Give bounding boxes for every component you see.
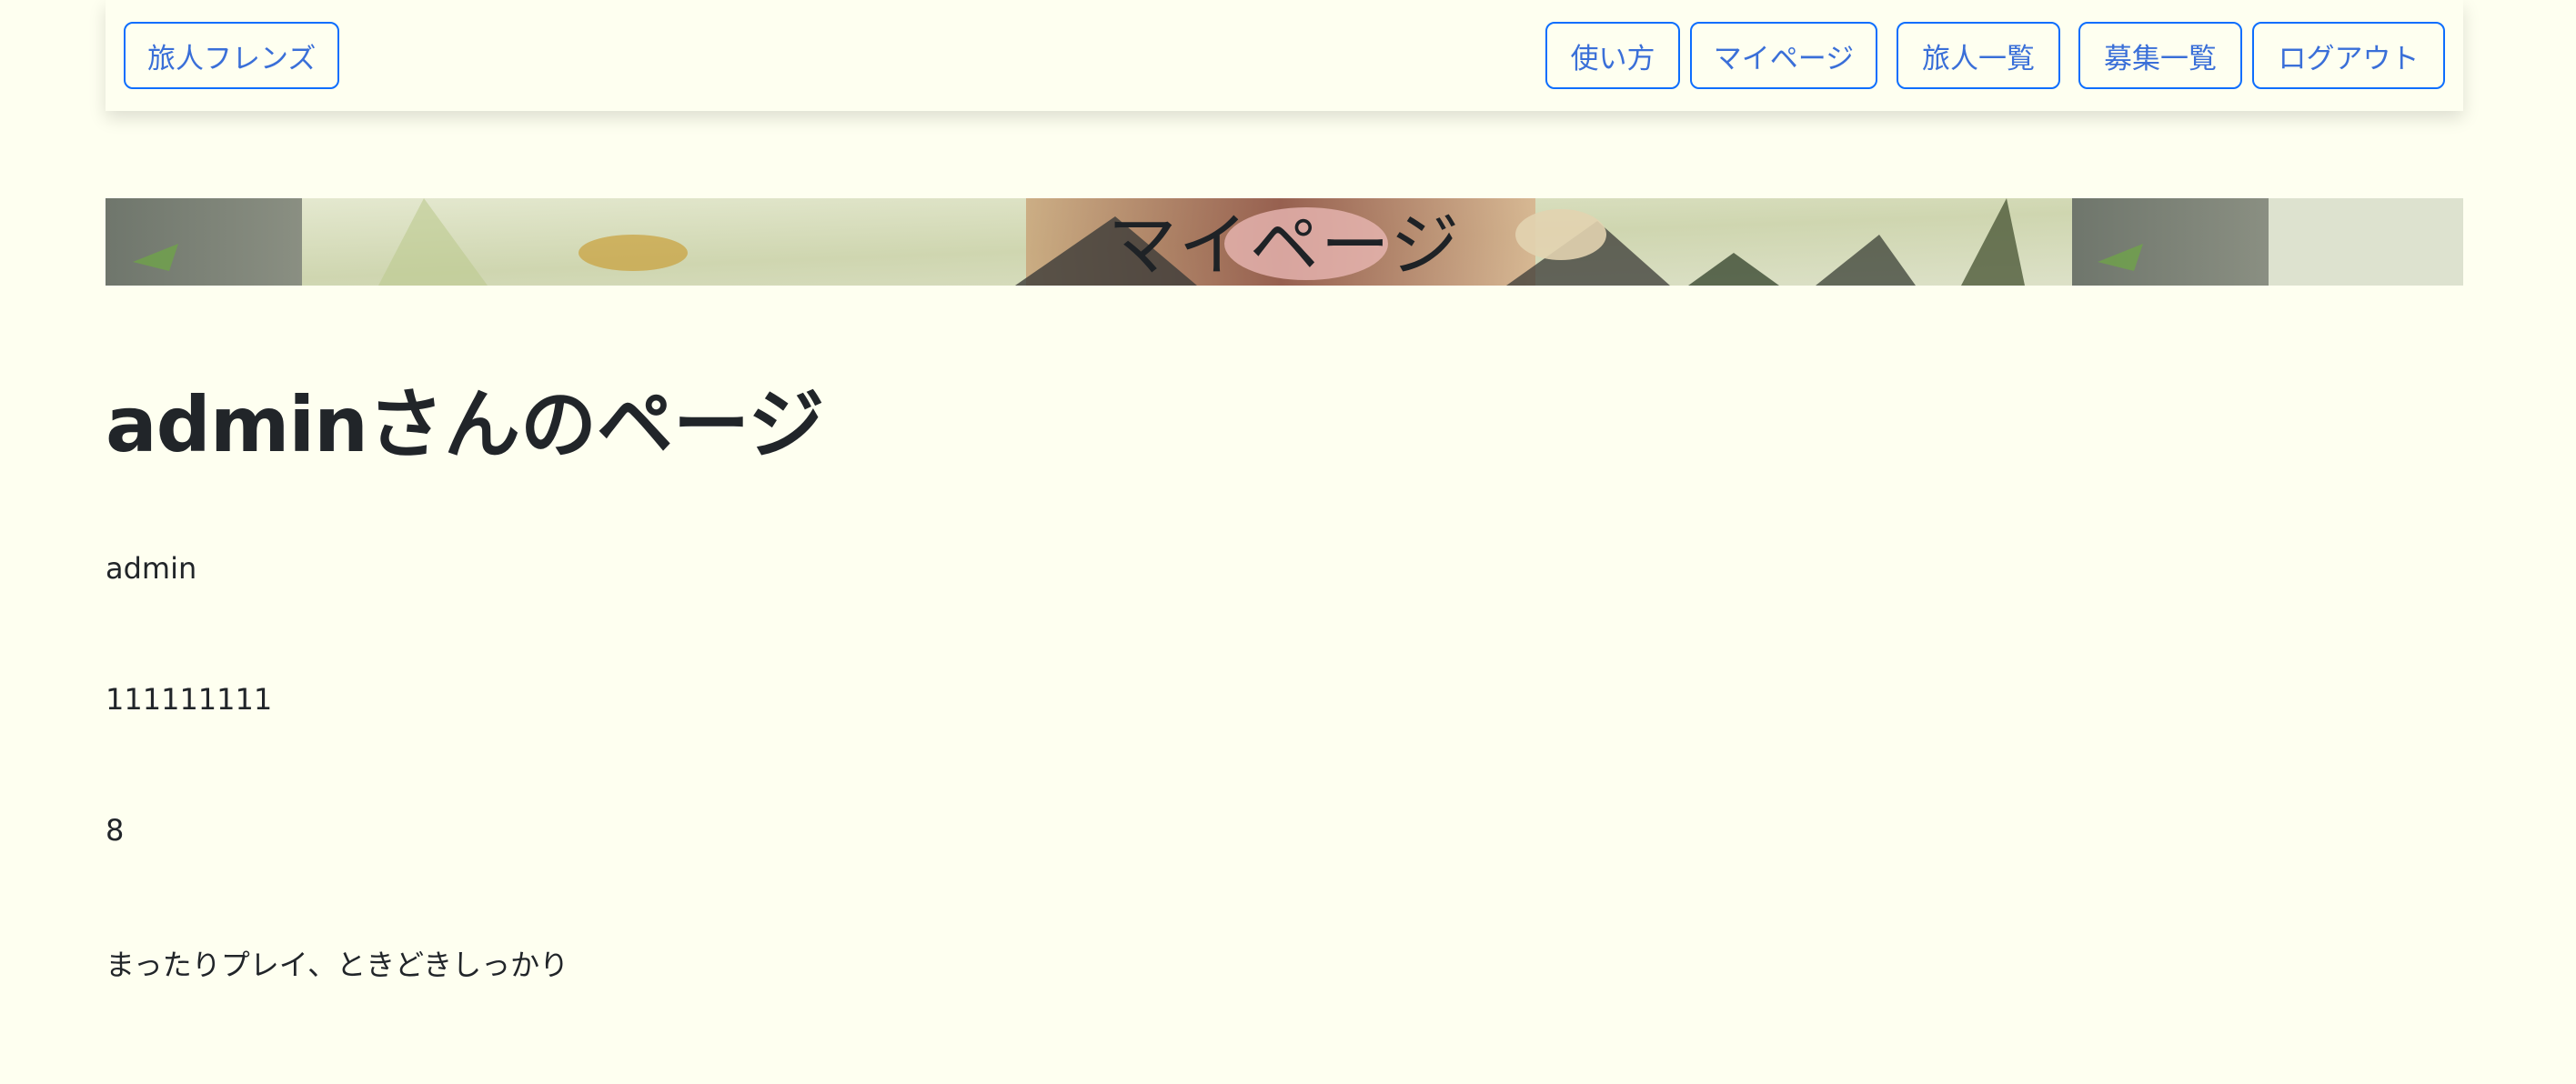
- hero-banner: マイページ: [106, 198, 2463, 286]
- profile-play-style: まったりプレイ、ときどきしっかり: [106, 948, 569, 982]
- recruitment-list-button[interactable]: 募集一覧: [2078, 22, 2242, 89]
- travelers-list-button[interactable]: 旅人一覧: [1897, 22, 2060, 89]
- mypage-button[interactable]: マイページ: [1690, 22, 1877, 89]
- brand-button[interactable]: 旅人フレンズ: [124, 22, 340, 89]
- hero-title: マイページ: [1107, 205, 1462, 286]
- profile-count: 8: [106, 813, 125, 848]
- profile-username: admin: [106, 551, 197, 586]
- top-navbar: 旅人フレンズ 使い方 マイページ 旅人一覧 募集一覧 ログアウト: [106, 0, 2463, 111]
- page-title-suffix: さんのページ: [367, 380, 825, 469]
- profile-id-number: 111111111: [106, 682, 273, 717]
- page-title-username: admin: [106, 380, 368, 469]
- logout-button[interactable]: ログアウト: [2252, 22, 2445, 89]
- page-title: adminさんのページ: [106, 364, 824, 474]
- how-to-button[interactable]: 使い方: [1545, 22, 1680, 89]
- nav-links: 使い方 マイページ 旅人一覧 募集一覧 ログアウト: [1545, 22, 2445, 89]
